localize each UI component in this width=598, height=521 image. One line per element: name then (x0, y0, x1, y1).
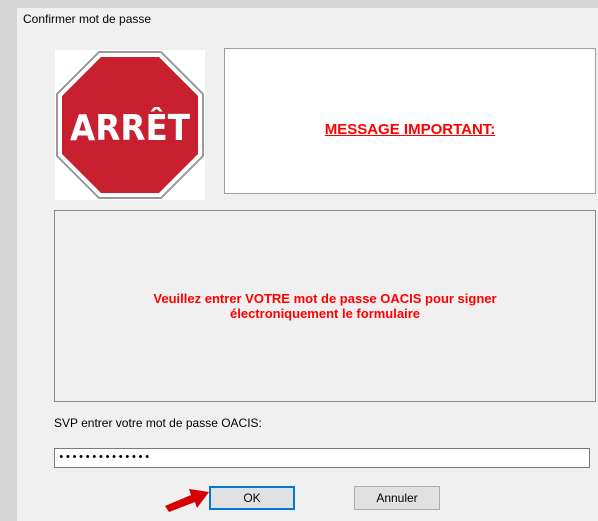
ok-button[interactable]: OK (209, 486, 295, 510)
password-label: SVP entrer votre mot de passe OACIS: (54, 416, 262, 430)
important-message-box: MESSAGE IMPORTANT: (224, 48, 596, 194)
notice-line-2: électroniquement le formulaire (230, 306, 420, 321)
important-message-title: MESSAGE IMPORTANT: (324, 121, 496, 138)
dialog-title: Confirmer mot de passe (23, 12, 152, 26)
confirm-password-dialog: Confirmer mot de passe ARRÊT MESSAGE IMP… (17, 8, 598, 521)
stop-sign-icon: ARRÊT (55, 50, 205, 200)
cancel-button[interactable]: Annuler (354, 486, 440, 510)
red-arrow-icon (165, 489, 209, 512)
stop-sign-text: ARRÊT (70, 107, 190, 149)
notice-panel: Veuillez entrer VOTRE mot de passe OACIS… (54, 210, 596, 402)
notice-text: Veuillez entrer VOTRE mot de passe OACIS… (75, 291, 575, 321)
notice-line-1: Veuillez entrer VOTRE mot de passe OACIS… (153, 291, 497, 306)
password-input[interactable] (54, 448, 590, 468)
